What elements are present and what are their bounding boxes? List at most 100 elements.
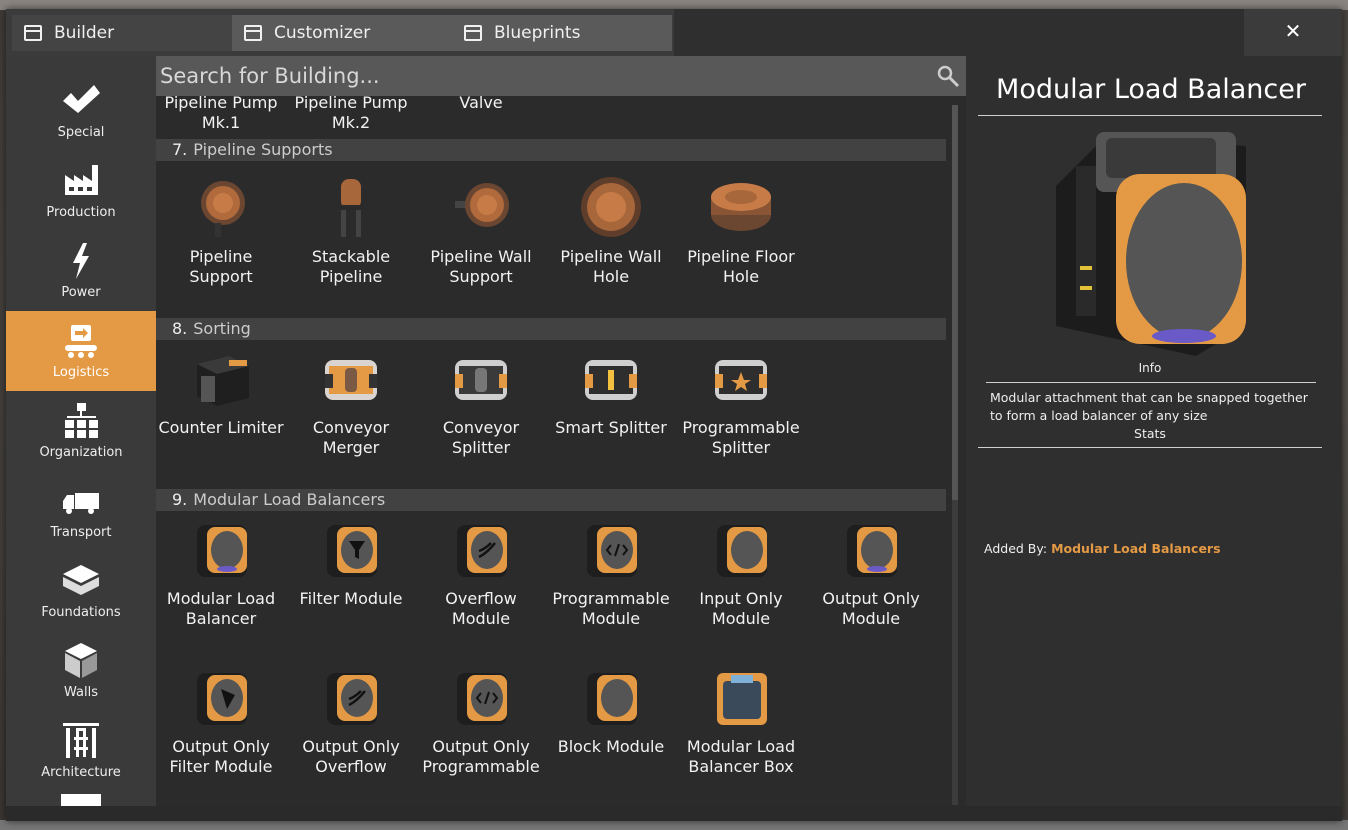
item-pipeline-support[interactable]: Pipeline Support <box>156 175 286 325</box>
pipeline-wall-hole-image <box>581 177 641 237</box>
item-block-module[interactable]: Block Module <box>546 665 676 806</box>
wall-icon <box>65 643 97 678</box>
item-conveyor-splitter[interactable]: Conveyor Splitter <box>416 346 546 496</box>
category-label: Transport <box>50 525 112 540</box>
programmable-module-image <box>587 525 637 577</box>
pipeline-support-image <box>201 181 245 237</box>
detail-panel: Modular Load Balancer Info Modular attac… <box>966 56 1342 806</box>
item-modular-load-balancer[interactable]: Modular Load Balancer <box>156 517 286 667</box>
tab-builder[interactable]: Builder <box>12 15 232 51</box>
building-list: Pipeline Pump Mk.1 Pipeline Pump Mk.2 Va… <box>156 96 966 806</box>
factory-icon <box>65 165 98 195</box>
divider <box>978 447 1322 448</box>
item-programmable-splitter[interactable]: Programmable Splitter <box>676 346 806 496</box>
conveyor-icon <box>65 325 97 358</box>
list-item-valve[interactable]: Valve <box>416 96 546 113</box>
item-overflow-module[interactable]: Overflow Module <box>416 517 546 667</box>
tab-blueprints[interactable]: Blueprints <box>452 15 672 51</box>
overflow-module-image <box>457 525 507 577</box>
checkmark-icon <box>63 85 100 113</box>
search-input[interactable] <box>156 56 926 96</box>
item-stackable-pipeline[interactable]: Stackable Pipeline <box>286 175 416 325</box>
scrollbar-thumb[interactable] <box>952 105 958 500</box>
pipeline-wall-support-image <box>455 183 509 227</box>
category-organization[interactable]: Organization <box>6 391 156 471</box>
category-power[interactable]: Power <box>6 231 156 311</box>
added-by: Added By: Modular Load Balancers <box>984 541 1221 556</box>
building-preview-image <box>1056 132 1246 356</box>
item-output-only-overflow[interactable]: Output Only Overflow <box>286 665 416 806</box>
category-walls[interactable]: Walls <box>6 631 156 711</box>
programmable-splitter-image <box>715 360 767 400</box>
tab-label: Blueprints <box>494 23 581 43</box>
section-header-sorting: 8. Sorting <box>156 318 946 340</box>
tab-customizer[interactable]: Customizer <box>232 15 452 51</box>
category-label: Logistics <box>52 365 110 380</box>
smart-splitter-image <box>585 360 637 400</box>
added-by-mod-link[interactable]: Modular Load Balancers <box>1051 541 1220 556</box>
pipeline-floor-hole-image <box>711 183 771 231</box>
category-special[interactable]: Special <box>6 71 156 151</box>
output-only-overflow-image <box>327 673 377 725</box>
item-smart-splitter[interactable]: Smart Splitter <box>546 346 676 496</box>
search-bar <box>156 56 966 96</box>
filter-module-image <box>327 525 377 577</box>
detail-title: Modular Load Balancer <box>996 74 1306 105</box>
output-only-module-image <box>847 525 897 577</box>
category-logistics[interactable]: Logistics <box>6 311 156 391</box>
item-pipeline-wall-support[interactable]: Pipeline Wall Support <box>416 175 546 325</box>
block-module-image <box>587 673 637 725</box>
input-only-module-image <box>717 525 767 577</box>
close-button[interactable]: ✕ <box>1244 9 1342 53</box>
section-header-pipeline-supports: 7. Pipeline Supports <box>156 139 946 161</box>
detail-description: Modular attachment that can be snapped t… <box>990 390 1308 423</box>
tab-bar: Builder Customizer Blueprints ✕ <box>6 9 1342 56</box>
category-label: Foundations <box>41 605 121 620</box>
architecture-icon <box>63 723 99 758</box>
category-label: Production <box>46 205 116 220</box>
truck-icon <box>63 493 99 514</box>
item-conveyor-merger[interactable]: Conveyor Merger <box>286 346 416 496</box>
category-label: Architecture <box>41 765 121 780</box>
output-only-programmable-image <box>457 673 507 725</box>
close-icon: ✕ <box>1284 19 1302 43</box>
category-label: Walls <box>64 685 98 700</box>
category-label: Power <box>61 285 101 300</box>
item-modular-load-balancer-box[interactable]: Modular Load Balancer Box <box>676 665 806 806</box>
item-output-only-programmable[interactable]: Output Only Programmable <box>416 665 546 806</box>
category-foundations[interactable]: Foundations <box>6 551 156 631</box>
item-output-only-module[interactable]: Output Only Module <box>806 517 936 667</box>
modular-load-balancer-image <box>197 525 247 577</box>
tab-bar-spacer <box>674 9 1244 56</box>
output-only-filter-module-image <box>197 673 247 725</box>
build-menu-window: Builder Customizer Blueprints ✕ Special <box>6 9 1342 821</box>
modular-load-balancer-box-image <box>717 673 767 725</box>
bottom-bar <box>6 806 1342 821</box>
background-bottom <box>0 820 1348 830</box>
stats-label: Stats <box>1134 426 1166 441</box>
list-scrollbar[interactable] <box>952 105 958 805</box>
category-transport[interactable]: Transport <box>6 471 156 551</box>
divider <box>978 115 1322 116</box>
search-icon[interactable] <box>936 64 960 88</box>
category-architecture[interactable]: Architecture <box>6 711 156 791</box>
item-input-only-module[interactable]: Input Only Module <box>676 517 806 667</box>
hierarchy-icon <box>65 403 98 438</box>
item-pipeline-wall-hole[interactable]: Pipeline Wall Hole <box>546 175 676 325</box>
tab-label: Customizer <box>274 23 371 43</box>
item-output-only-filter-module[interactable]: Output Only Filter Module <box>156 665 286 806</box>
foundation-icon <box>63 565 99 595</box>
item-pipeline-floor-hole[interactable]: Pipeline Floor Hole <box>676 175 806 325</box>
category-production[interactable]: Production <box>6 151 156 231</box>
item-counter-limiter[interactable]: Counter Limiter <box>156 346 286 496</box>
list-item-pipeline-pump-mk1[interactable]: Pipeline Pump Mk.1 <box>156 96 286 133</box>
info-label: Info <box>1138 361 1162 375</box>
window-icon <box>464 25 482 41</box>
item-programmable-module[interactable]: Programmable Module <box>546 517 676 667</box>
partial-category-icon <box>61 794 101 806</box>
counter-limiter-image <box>197 356 249 406</box>
added-by-label: Added By: <box>984 541 1048 556</box>
list-item-pipeline-pump-mk2[interactable]: Pipeline Pump Mk.2 <box>286 96 416 133</box>
item-filter-module[interactable]: Filter Module <box>286 517 416 667</box>
category-label: Special <box>57 125 105 140</box>
